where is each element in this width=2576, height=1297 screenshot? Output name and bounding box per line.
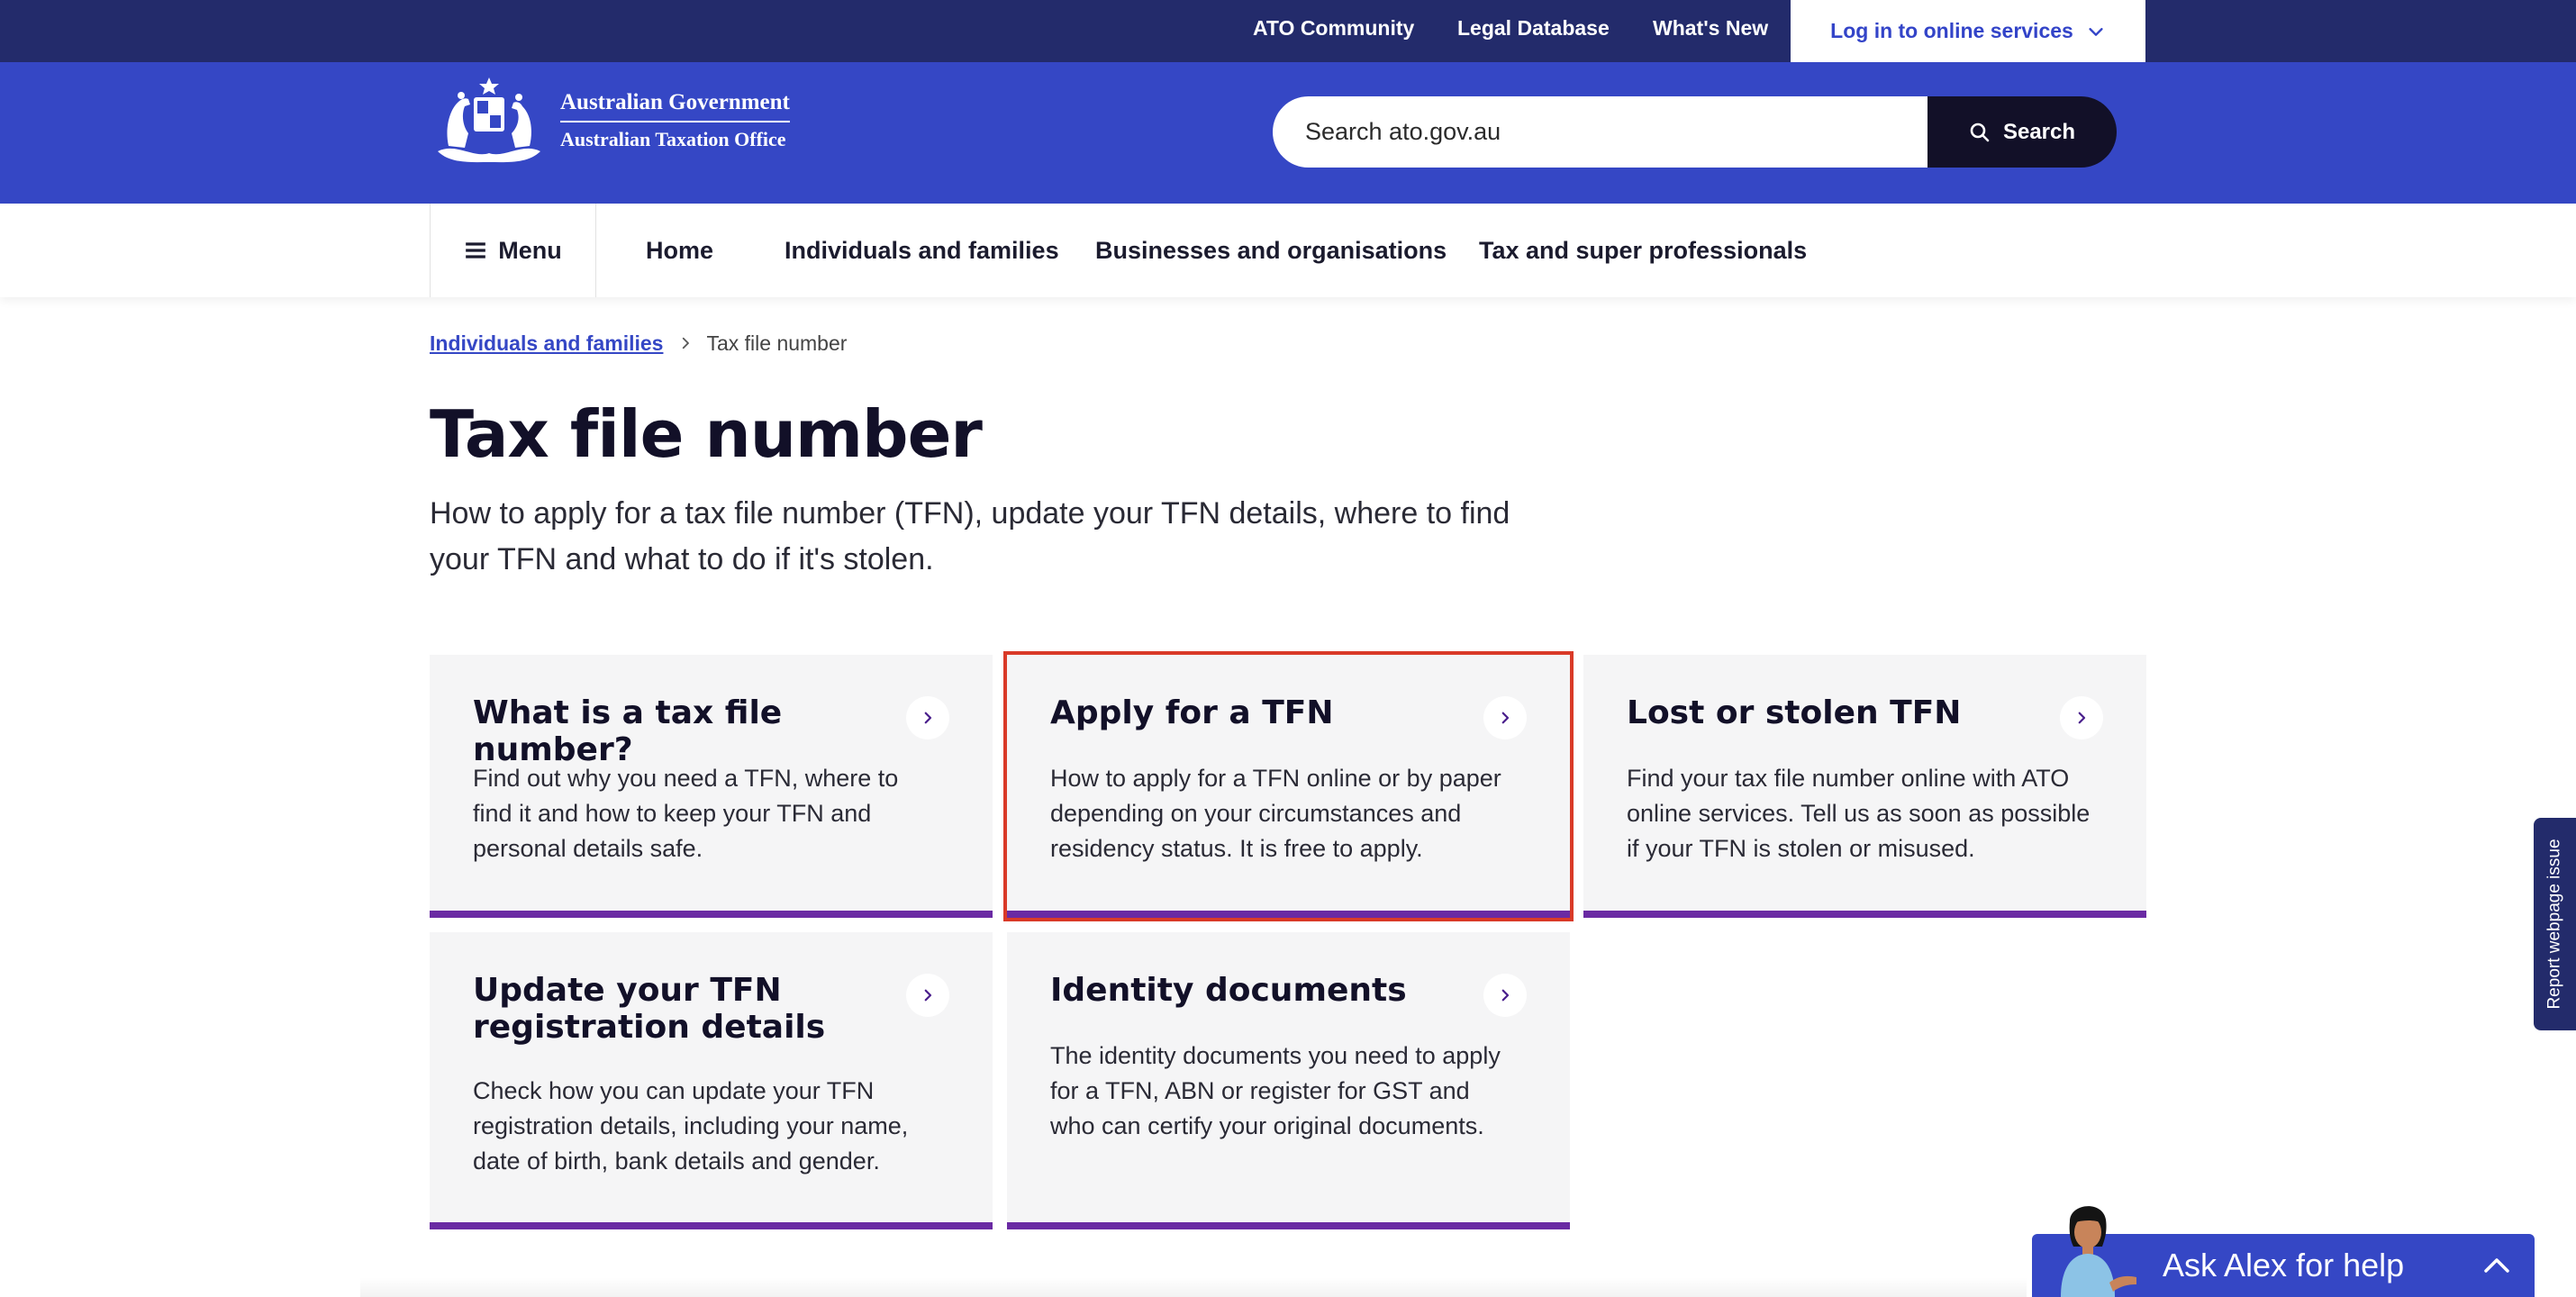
- login-label: Log in to online services: [1830, 19, 2073, 42]
- card-arrow: [2060, 696, 2103, 739]
- search-button[interactable]: Search: [1927, 96, 2117, 168]
- avatar-icon: [2061, 1206, 2136, 1297]
- chat-label: Ask Alex for help: [2163, 1247, 2405, 1283]
- page-title: Tax file number: [430, 396, 983, 472]
- card-title: Apply for a TFN: [1050, 694, 1334, 731]
- card-title: Update your TFN registration details: [473, 972, 826, 1046]
- card-lost-or-stolen-tfn[interactable]: Lost or stolen TFN Find your tax file nu…: [1583, 655, 2146, 918]
- breadcrumb-current: Tax file number: [706, 331, 848, 355]
- site-search: Search: [1273, 96, 2117, 168]
- logo-text: Australian Government Australian Taxatio…: [560, 90, 790, 151]
- breadcrumb-parent-link[interactable]: Individuals and families: [430, 331, 663, 356]
- nav-item-individuals[interactable]: Individuals and families: [785, 204, 1059, 297]
- chevron-down-icon: [2089, 27, 2103, 36]
- card-title: What is a tax file number?: [473, 694, 783, 768]
- footer-shadow: [360, 1277, 2027, 1297]
- card-description: Check how you can update your TFN regist…: [473, 1077, 909, 1175]
- card-identity-documents[interactable]: Identity documents The identity document…: [1007, 932, 1570, 1229]
- main-navigation: Menu Home Individuals and families Busin…: [0, 204, 2576, 297]
- search-input[interactable]: [1273, 96, 1927, 168]
- nav-item-businesses[interactable]: Businesses and organisations: [1095, 204, 1447, 297]
- page-intro: How to apply for a tax file number (TFN)…: [430, 496, 1510, 576]
- card-description: Find out why you need a TFN, where to fi…: [473, 765, 899, 862]
- chevron-right-icon: [924, 712, 932, 724]
- coat-of-arms-icon: [438, 77, 540, 163]
- card-update-tfn-details[interactable]: Update your TFN registration details Che…: [430, 932, 993, 1229]
- chevron-right-icon: [924, 989, 932, 1002]
- card-apply-for-tfn[interactable]: Apply for a TFN How to apply for a TFN o…: [1003, 651, 1574, 921]
- ato-logo[interactable]: Australian Government Australian Taxatio…: [429, 76, 794, 166]
- breadcrumb: Individuals and families Tax file number: [430, 330, 847, 357]
- hamburger-icon: [466, 242, 486, 258]
- legal-database-link[interactable]: Legal Database: [1457, 0, 1610, 56]
- nav-item-professionals[interactable]: Tax and super professionals: [1479, 204, 1807, 297]
- report-tab-label: Report webpage issue: [2544, 839, 2564, 1010]
- card-arrow: [1483, 696, 1527, 739]
- logo-office-label: Australian Taxation Office: [560, 128, 786, 150]
- chevron-right-icon: [2078, 712, 2086, 724]
- ato-community-link[interactable]: ATO Community: [1253, 0, 1414, 56]
- chevron-right-icon: [1501, 989, 1510, 1002]
- card-arrow: [906, 974, 949, 1017]
- chevron-right-icon: [1501, 712, 1510, 724]
- menu-button[interactable]: Menu: [430, 204, 596, 297]
- card-what-is-tfn[interactable]: What is a tax file number? Find out why …: [430, 655, 993, 918]
- card-arrow: [906, 696, 949, 739]
- login-online-services-button[interactable]: Log in to online services: [1791, 0, 2145, 62]
- card-arrow: [1483, 974, 1527, 1017]
- card-description: The identity documents you need to apply…: [1050, 1042, 1501, 1139]
- search-button-label: Search: [2002, 119, 2076, 144]
- whats-new-link[interactable]: What's New: [1653, 0, 1768, 56]
- chevron-up-icon: [2484, 1258, 2509, 1273]
- report-webpage-issue-tab[interactable]: Report webpage issue: [2534, 818, 2576, 1030]
- nav-item-home[interactable]: Home: [646, 204, 713, 297]
- top-utility-bar: ATO Community Legal Database What's New …: [0, 0, 2576, 62]
- menu-label: Menu: [498, 236, 562, 264]
- chevron-right-icon: [683, 337, 690, 349]
- card-description: How to apply for a TFN online or by pape…: [1050, 765, 1501, 862]
- card-description: Find your tax file number online with AT…: [1627, 765, 2091, 862]
- search-icon: [1970, 122, 1990, 141]
- logo-government-label: Australian Government: [560, 90, 790, 122]
- card-title: Lost or stolen TFN: [1627, 694, 1962, 731]
- card-title: Identity documents: [1050, 972, 1407, 1009]
